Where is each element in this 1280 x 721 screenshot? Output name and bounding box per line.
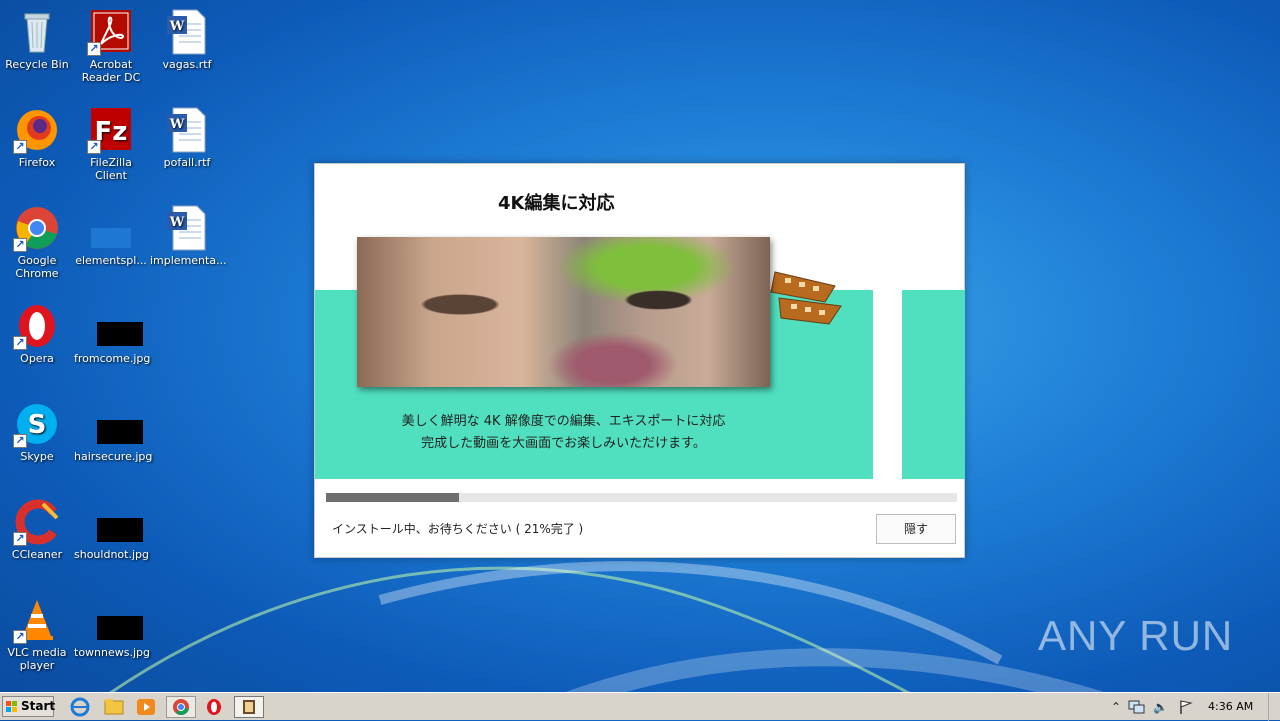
desktop-icon-label: Acrobat Reader DC (81, 58, 141, 84)
hide-button[interactable]: 隠す (876, 514, 956, 544)
action-center-flag-icon[interactable] (1178, 699, 1194, 715)
shortcut-arrow-icon: ↗ (13, 434, 27, 448)
desktop-icon-label: Recycle Bin (5, 58, 69, 71)
desktop-icon-label: Opera (20, 352, 54, 365)
desktop-icon-shouldnot[interactable]: shouldnot.jpg (74, 498, 149, 561)
image-thumb-icon (87, 596, 143, 644)
anyrun-watermark: ANY RUN (1038, 612, 1234, 659)
desktop-icon-label: elementspl... (75, 254, 147, 267)
slide-title: 4K編集に対応 (498, 193, 615, 214)
teal-banner-right (902, 290, 965, 479)
desktop-icon-townnews[interactable]: townnews.jpg (74, 596, 150, 659)
chrome-taskbar-button[interactable] (166, 696, 196, 718)
volume-icon[interactable]: 🔈 (1153, 700, 1168, 714)
desktop-icon-label: fromcome.jpg (74, 352, 151, 365)
progress-bar (326, 493, 957, 502)
filezilla-icon: Fz ↗ (87, 106, 135, 154)
shortcut-arrow-icon: ↗ (87, 42, 101, 56)
desktop-icon-label: CCleaner (11, 548, 63, 561)
svg-text:S: S (28, 410, 47, 440)
desktop-icon-elementspl[interactable]: elementspl... (74, 204, 148, 267)
acrobat-icon: ↗ (87, 8, 135, 56)
film-strip-decoration (770, 271, 842, 325)
word-doc-icon: W (163, 204, 211, 252)
desktop-icon-label: shouldnot.jpg (74, 548, 149, 561)
explorer-icon[interactable] (102, 696, 126, 718)
desktop-icon-skype[interactable]: S ↗ Skype (0, 400, 74, 463)
chrome-icon: ↗ (13, 204, 61, 252)
start-button[interactable]: Start (2, 696, 56, 717)
image-thumb-icon (87, 302, 143, 350)
desktop-icon-label: Firefox (18, 156, 56, 169)
desktop-icon-label: townnews.jpg (74, 646, 150, 659)
shortcut-arrow-icon: ↗ (13, 630, 27, 644)
image-thumb-icon (87, 498, 143, 546)
svg-text:W: W (169, 215, 185, 230)
skype-icon: S ↗ (13, 400, 61, 448)
windows-flag-icon (6, 701, 17, 712)
installer-app-icon (243, 700, 255, 714)
show-hidden-icons-icon[interactable]: ⌃ (1111, 700, 1121, 714)
desktop-icon-vagas[interactable]: W vagas.rtf (150, 8, 224, 71)
desktop-icon-label: pofall.rtf (163, 156, 211, 169)
desktop-icon-filezilla[interactable]: Fz ↗ FileZilla Client (74, 106, 148, 182)
installer-window: 4K編集に対応 美しく鮮明な 4K 解像度での編集、エキスポートに対応 完成した… (314, 163, 965, 558)
shortcut-arrow-icon: ↗ (13, 238, 27, 252)
svg-text:W: W (169, 19, 185, 34)
installer-taskbar-button[interactable] (234, 696, 264, 718)
firefox-icon: ↗ (13, 106, 61, 154)
desktop-icon-implementa[interactable]: W implementa... (150, 204, 227, 267)
promo-photo-face (357, 237, 770, 387)
word-doc-icon: W (163, 8, 211, 56)
desktop-icon-fromcome[interactable]: fromcome.jpg (74, 302, 151, 365)
network-icon[interactable] (1128, 699, 1146, 715)
desktop-icon-label: implementa... (150, 254, 227, 267)
caption-line-1: 美しく鮮明な 4K 解像度での編集、エキスポートに対応 (401, 414, 726, 429)
slide-caption: 美しく鮮明な 4K 解像度での編集、エキスポートに対応 完成した動画を大画面でお… (315, 411, 812, 455)
system-clock[interactable]: 4:36 AM (1208, 700, 1253, 713)
desktop-icon-opera[interactable]: ↗ Opera (0, 302, 74, 365)
show-desktop-button[interactable] (1268, 693, 1280, 721)
shortcut-arrow-icon: ↗ (13, 140, 27, 154)
desktop-icon-ccleaner[interactable]: ↗ CCleaner (0, 498, 74, 561)
word-doc-icon: W (163, 106, 211, 154)
svg-text:W: W (169, 117, 185, 132)
shortcut-arrow-icon: ↗ (87, 140, 101, 154)
blank-file-icon (87, 204, 135, 252)
shortcut-arrow-icon: ↗ (13, 336, 27, 350)
media-player-icon[interactable] (134, 696, 158, 718)
install-status-text: インストール中、お待ちください ( 21%完了 ) (332, 522, 584, 536)
desktop-icon-hairsecure[interactable]: hairsecure.jpg (74, 400, 152, 463)
recycle-bin-icon (13, 8, 61, 56)
desktop-icon-pofall[interactable]: W pofall.rtf (150, 106, 224, 169)
desktop-icon-label: Google Chrome (15, 254, 59, 280)
shortcut-arrow-icon: ↗ (13, 532, 27, 546)
opera-icon: ↗ (13, 302, 61, 350)
caption-line-2: 完成した動画を大画面でお楽しみいただけます。 (421, 436, 706, 451)
desktop-icon-acrobat[interactable]: ↗ Acrobat Reader DC (74, 8, 148, 84)
ie-icon[interactable] (68, 696, 92, 718)
vlc-icon: ↗ (13, 596, 61, 644)
desktop-icon-label: VLC media player (7, 646, 67, 672)
desktop-icon-label: vagas.rtf (162, 58, 212, 71)
progress-fill (326, 493, 459, 502)
chrome-icon (173, 699, 189, 715)
desktop-icon-vlc[interactable]: ↗ VLC media player (0, 596, 74, 672)
ccleaner-icon: ↗ (13, 498, 61, 546)
opera-icon[interactable] (202, 696, 226, 718)
desktop-icon-firefox[interactable]: ↗ Firefox (0, 106, 74, 169)
desktop-icon-chrome[interactable]: ↗ Google Chrome (0, 204, 74, 280)
start-label: Start (21, 699, 56, 713)
desktop-icon-label: hairsecure.jpg (74, 450, 153, 463)
desktop-icon-recycle-bin[interactable]: Recycle Bin (0, 8, 74, 71)
desktop-icon-label: FileZilla Client (90, 156, 132, 182)
desktop-icon-label: Skype (20, 450, 54, 463)
image-thumb-icon (87, 400, 143, 448)
taskbar: Start ⌃ 🔈 4:36 AM (0, 692, 1280, 721)
